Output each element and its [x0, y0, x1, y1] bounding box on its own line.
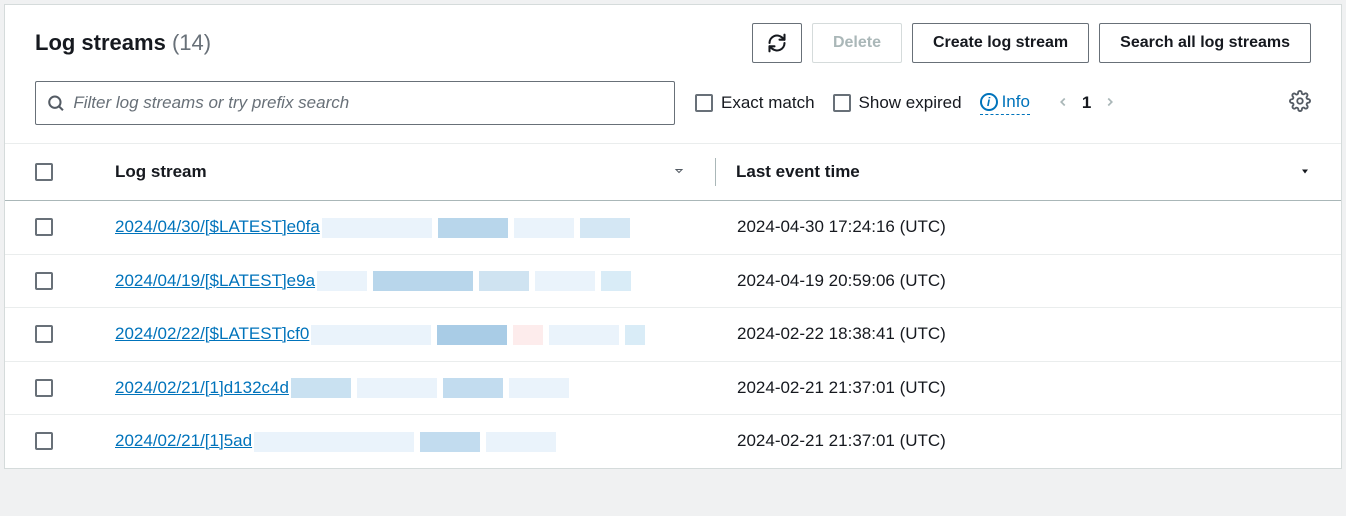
- redacted-text: [254, 432, 562, 452]
- row-checkbox[interactable]: [35, 432, 53, 450]
- search-input[interactable]: [65, 93, 664, 113]
- header-actions: Delete Create log stream Search all log …: [752, 23, 1311, 63]
- row-checkbox[interactable]: [35, 325, 53, 343]
- table-row: 2024/02/21/[1]d132c4d 2024-02-21 21:37:0…: [5, 362, 1341, 416]
- table-row: 2024/02/21/[1]5ad 2024-02-21 21:37:01 (U…: [5, 415, 1341, 468]
- create-log-stream-button[interactable]: Create log stream: [912, 23, 1089, 63]
- chevron-left-icon: [1056, 95, 1070, 109]
- row-checkbox[interactable]: [35, 218, 53, 236]
- sort-desc-icon: [1299, 162, 1311, 182]
- log-stream-link[interactable]: 2024/04/19/[$LATEST]e9a: [95, 271, 637, 292]
- gear-icon: [1289, 90, 1311, 112]
- pagination: 1: [1056, 93, 1117, 114]
- stream-cell: 2024/02/21/[1]d132c4d: [95, 378, 715, 399]
- exact-match-checkbox[interactable]: [695, 94, 713, 112]
- log-stream-name: 2024/04/19/[$LATEST]e9a: [115, 271, 315, 290]
- last-event-time: 2024-02-22 18:38:41 (UTC): [737, 324, 946, 343]
- select-all-cell: [35, 163, 95, 181]
- row-select-cell: [35, 379, 95, 397]
- row-select-cell: [35, 325, 95, 343]
- info-link[interactable]: i Info: [980, 92, 1030, 115]
- header: Log streams (14) Delete Create log strea…: [5, 5, 1341, 71]
- page-number: 1: [1082, 93, 1091, 113]
- time-cell: 2024-04-30 17:24:16 (UTC): [715, 217, 1311, 237]
- table-header: Log stream Last event time: [5, 143, 1341, 201]
- exact-match-option[interactable]: Exact match: [695, 93, 815, 113]
- refresh-button[interactable]: [752, 23, 802, 63]
- redacted-text: [317, 271, 637, 291]
- log-stream-name: 2024/02/22/[$LATEST]cf0: [115, 324, 309, 343]
- stream-cell: 2024/04/30/[$LATEST]e0fa: [95, 217, 715, 238]
- redacted-text: [311, 325, 651, 345]
- log-stream-link[interactable]: 2024/02/22/[$LATEST]cf0: [95, 324, 651, 345]
- time-cell: 2024-02-21 21:37:01 (UTC): [715, 431, 1311, 451]
- next-page-button[interactable]: [1103, 93, 1117, 114]
- last-event-time: 2024-04-19 20:59:06 (UTC): [737, 271, 946, 290]
- info-text: Info: [1002, 92, 1030, 112]
- stream-cell: 2024/02/21/[1]5ad: [95, 431, 715, 452]
- row-checkbox[interactable]: [35, 379, 53, 397]
- stream-cell: 2024/04/19/[$LATEST]e9a: [95, 271, 715, 292]
- log-stream-link[interactable]: 2024/02/21/[1]5ad: [95, 431, 562, 452]
- last-event-time: 2024-04-30 17:24:16 (UTC): [737, 217, 946, 236]
- log-stream-name: 2024/02/21/[1]5ad: [115, 431, 252, 450]
- log-stream-name: 2024/02/21/[1]d132c4d: [115, 378, 289, 397]
- search-wrapper[interactable]: [35, 81, 675, 125]
- column-divider: [715, 158, 716, 186]
- show-expired-option[interactable]: Show expired: [833, 93, 962, 113]
- info-icon: i: [980, 93, 998, 111]
- row-checkbox[interactable]: [35, 272, 53, 290]
- refresh-icon: [767, 33, 787, 53]
- redacted-text: [291, 378, 575, 398]
- time-cell: 2024-04-19 20:59:06 (UTC): [715, 271, 1311, 291]
- table-row: 2024/04/19/[$LATEST]e9a 2024-04-19 20:59…: [5, 255, 1341, 309]
- log-streams-table: Log stream Last event time 2024: [5, 143, 1341, 468]
- log-stream-name: 2024/04/30/[$LATEST]e0fa: [115, 217, 320, 236]
- settings-button[interactable]: [1289, 90, 1311, 117]
- table-row: 2024/04/30/[$LATEST]e0fa 2024-04-30 17:2…: [5, 201, 1341, 255]
- log-stream-column-cell: Log stream: [95, 162, 695, 182]
- log-stream-column-label: Log stream: [115, 162, 207, 182]
- table-row: 2024/02/22/[$LATEST]cf0 2024-02-22 18:38…: [5, 308, 1341, 362]
- select-all-checkbox[interactable]: [35, 163, 53, 181]
- search-icon: [46, 93, 65, 113]
- delete-button: Delete: [812, 23, 902, 63]
- log-streams-panel: Log streams (14) Delete Create log strea…: [4, 4, 1342, 469]
- time-cell: 2024-02-21 21:37:01 (UTC): [715, 378, 1311, 398]
- row-select-cell: [35, 432, 95, 450]
- last-event-time-column-label: Last event time: [736, 162, 860, 182]
- page-title: Log streams (14): [35, 30, 211, 56]
- show-expired-checkbox[interactable]: [833, 94, 851, 112]
- last-event-time: 2024-02-21 21:37:01 (UTC): [737, 378, 946, 397]
- filter-options: Exact match Show expired i Info 1: [695, 90, 1311, 117]
- exact-match-label: Exact match: [721, 93, 815, 113]
- log-stream-link[interactable]: 2024/02/21/[1]d132c4d: [95, 378, 575, 399]
- title-text: Log streams: [35, 30, 166, 55]
- row-select-cell: [35, 272, 95, 290]
- log-stream-column-header[interactable]: Log stream: [95, 162, 695, 182]
- prev-page-button[interactable]: [1056, 93, 1070, 114]
- stream-cell: 2024/02/22/[$LATEST]cf0: [95, 324, 715, 345]
- count-text: (14): [172, 30, 211, 55]
- sort-icon: [673, 162, 685, 182]
- redacted-text: [322, 218, 636, 238]
- last-event-time-column-header[interactable]: Last event time: [736, 162, 1311, 182]
- filter-bar: Exact match Show expired i Info 1: [5, 71, 1341, 143]
- chevron-right-icon: [1103, 95, 1117, 109]
- log-stream-link[interactable]: 2024/04/30/[$LATEST]e0fa: [95, 217, 636, 238]
- last-event-time: 2024-02-21 21:37:01 (UTC): [737, 431, 946, 450]
- row-select-cell: [35, 218, 95, 236]
- time-cell: 2024-02-22 18:38:41 (UTC): [715, 324, 1311, 344]
- search-all-log-streams-button[interactable]: Search all log streams: [1099, 23, 1311, 63]
- show-expired-label: Show expired: [859, 93, 962, 113]
